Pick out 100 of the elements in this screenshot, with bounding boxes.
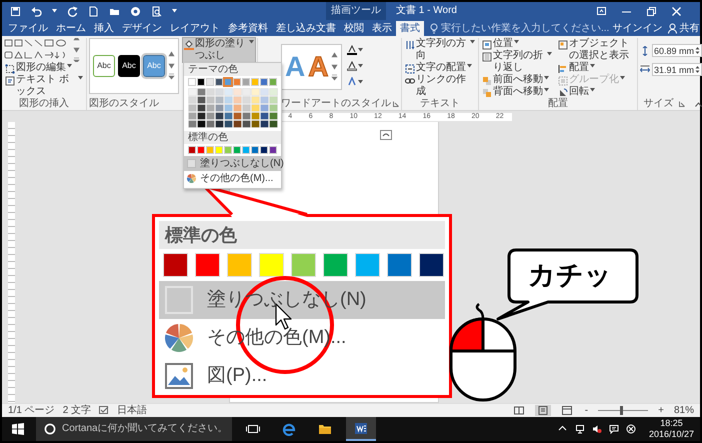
search-field[interactable]: Cortanaに何か聞いてみてください。 [36,417,232,441]
dialog-launcher-icon[interactable] [679,101,685,107]
color-swatch[interactable] [224,78,232,86]
shape-style-option[interactable]: Abc [118,55,140,77]
color-swatch[interactable] [206,78,214,86]
color-swatch[interactable] [269,146,277,154]
color-swatch[interactable] [197,146,205,154]
spinner-icon[interactable] [695,65,700,74]
text-box-button[interactable]: テキスト ボックス [4,74,84,98]
color-swatch[interactable] [188,78,196,86]
color-swatch[interactable] [260,146,268,154]
word-count: 2 文字 [62,404,92,416]
color-swatch[interactable] [188,146,196,154]
status-circle-icon[interactable] [626,424,636,434]
text-effects-button[interactable] [346,76,364,88]
color-swatch[interactable] [260,78,268,86]
zoom-thumb[interactable] [620,406,623,415]
page-count: 1/1 ページ [8,404,55,416]
ribbon-tab[interactable]: 差し込み文書 [272,21,340,36]
bring-forward-button[interactable]: 前面へ移動 [481,74,553,86]
language[interactable]: 日本語 [117,404,148,416]
clock-time[interactable]: 18:25 [660,418,683,429]
dialog-launcher-icon[interactable] [393,101,399,107]
text-outline-icon [347,61,358,71]
edit-shape-button[interactable]: 図形の編集 [4,62,84,74]
collapse-ribbon-icon[interactable] [695,102,702,106]
color-shades-drawing[interactable] [188,88,278,129]
text-align-button[interactable]: 文字の配置 [404,62,476,74]
ribbon-tab[interactable]: 参考資料 [224,21,272,36]
print-preview-icon[interactable] [151,6,162,16]
color-swatch[interactable] [224,146,232,154]
rotate-icon [558,88,568,98]
zoom-in-button[interactable]: + [656,404,666,416]
word-document-taskbar-button[interactable] [346,417,376,441]
color-swatch[interactable] [242,146,250,154]
height-field[interactable]: 60.89 mm [652,44,702,57]
width-field[interactable]: 31.91 mm [652,63,702,76]
ribbon-display-icon[interactable] [596,6,607,16]
zoom-level[interactable]: 81% [674,404,694,416]
rotate-button[interactable]: 回転 [557,86,635,98]
print-layout-button[interactable] [534,405,551,416]
shape-style-option[interactable]: Abc [93,55,115,77]
color-swatch[interactable] [242,78,250,86]
no-fill-option[interactable]: 塗りつぶしなし(N) [184,156,281,171]
more-colors-option[interactable]: その他の色(M)... [184,171,281,186]
align-button[interactable]: 配置 [557,62,635,74]
text-outline-button[interactable] [346,60,364,72]
color-swatch[interactable] [269,78,277,86]
color-swatch[interactable] [251,78,259,86]
redo-icon[interactable] [67,6,78,16]
color-swatch[interactable] [206,146,214,154]
layout-options-icon[interactable] [380,130,392,140]
close-icon[interactable] [671,6,682,16]
color-swatch[interactable] [233,78,241,86]
clock-date[interactable]: 2016/10/27 [648,429,694,440]
ribbon-tab[interactable]: ホーム [52,21,90,36]
ribbon-tab[interactable]: 校閲 [340,21,368,36]
text-fill-button[interactable] [346,44,364,56]
network-icon[interactable] [574,424,585,434]
shape-fill-button[interactable]: 図形の塗りつぶし [183,38,255,62]
wrap-text-button[interactable]: 文字列の折り返し [481,50,553,74]
send-backward-button[interactable]: 背面へ移動 [481,86,553,98]
speaker-icon[interactable] [592,424,602,434]
caret-icon[interactable] [52,9,57,13]
spinner-icon[interactable] [695,46,700,55]
paint-bucket-icon [184,40,194,50]
ring-icon[interactable] [130,6,141,16]
restore-icon[interactable] [646,6,657,16]
search-field[interactable]: 実行したい作業を入力してください... [430,21,610,36]
undo-icon[interactable] [31,6,42,16]
color-swatch[interactable] [215,78,223,86]
color-swatch[interactable] [233,146,241,154]
send-backward-icon [482,88,492,98]
caret-icon[interactable] [172,9,177,13]
proofing-icon[interactable] [99,406,110,415]
create-link-button[interactable]: リンクの作成 [404,74,476,98]
save-icon[interactable] [10,6,21,16]
ribbon-tab[interactable]: 表示 [368,21,396,36]
ribbon-tab[interactable]: 書式 [396,21,424,36]
color-swatch[interactable] [215,146,223,154]
sign-in-link[interactable]: サインイン [609,21,666,36]
position-button[interactable]: 位置 [481,38,553,50]
ribbon-tab[interactable]: ファイル [4,21,52,36]
new-document-icon[interactable] [88,6,99,16]
ribbon-tab[interactable]: レイアウト [166,21,224,36]
text-align-icon [405,64,415,74]
ribbon-tab[interactable]: 挿入 [90,21,118,36]
text-box-icon [5,76,15,86]
share-button[interactable]: 共有 [665,21,702,36]
notification-icon[interactable] [608,424,619,434]
text-direction-button[interactable]: 文字列の方向 [404,38,476,62]
start-icon[interactable] [12,423,24,435]
selection-pane-button[interactable]: オブジェクトの選択と表示 [557,38,635,62]
gallery-scroll-icon[interactable] [73,38,80,62]
zoom-out-button[interactable]: - [582,404,590,416]
ribbon-tab[interactable]: デザイン [118,21,166,36]
picture-option[interactable]: 図(P)... [159,357,445,395]
no-fill-option[interactable]: 塗りつぶしなし(N) [159,281,445,319]
color-swatch[interactable] [197,78,205,86]
color-swatch[interactable] [251,146,259,154]
